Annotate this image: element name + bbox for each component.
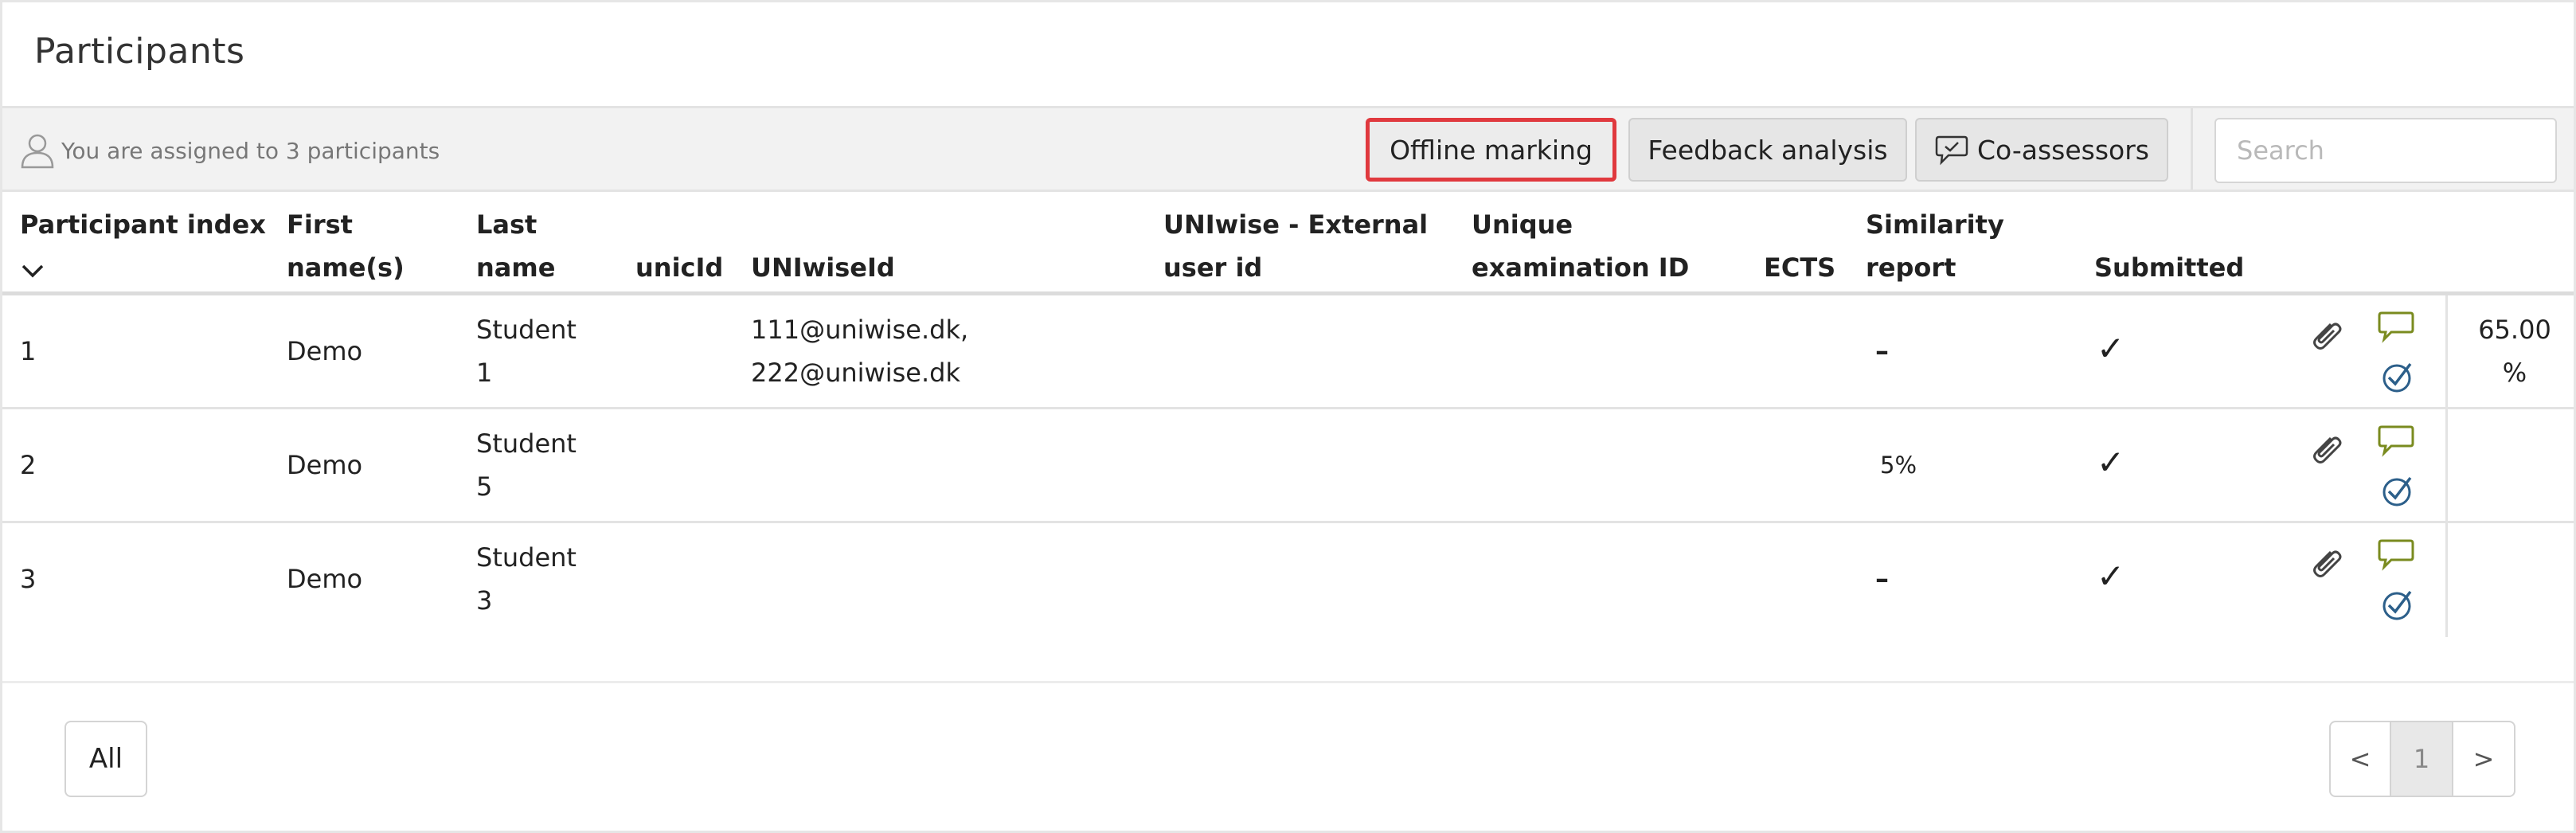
check-circle-icon[interactable] [2380,473,2415,511]
paperclip-icon[interactable] [2307,430,2345,471]
participants-panel: Participants You are assigned to 3 parti… [0,0,2576,833]
paperclip-icon[interactable] [2307,544,2345,585]
participant-index: 3 [20,564,37,594]
uniwise-id: 111@uniwise.dk, 222@uniwise.dk [751,315,969,388]
footer-divider [2,681,2574,683]
feedback-analysis-button[interactable]: Feedback analysis [1628,118,1907,182]
header-external-user-id[interactable]: UNIwise - External user id [1163,203,1428,289]
toolbar: You are assigned to 3 participants Offli… [2,106,2574,192]
last-name: Student 5 [476,428,577,502]
score: 65.00 % [2478,315,2551,388]
pager-page-1[interactable]: 1 [2391,721,2453,797]
header-ects[interactable]: ECTS [1764,246,1835,289]
title-bar: Participants [2,2,2574,106]
comment-icon[interactable] [2377,424,2415,462]
first-name: Demo [287,336,363,366]
submitted-check: ✓ [2097,557,2125,596]
header-unique-examination-id[interactable]: Unique examination ID [1472,203,1689,289]
header-similarity-report[interactable]: Similarity report [1866,203,2004,289]
assigned-info: You are assigned to 3 participants [20,132,440,169]
pagination: < 1 > [2329,721,2515,797]
participant-index: 2 [20,450,37,480]
co-assessors-button[interactable]: Co-assessors [1915,118,2168,182]
score-divider [2445,295,2448,409]
comment-icon[interactable] [2377,310,2415,348]
first-name: Demo [287,564,363,594]
similarity-report[interactable]: 5% [1880,444,1917,487]
table-row[interactable]: 3 Demo Student 3 – ✓ [2,523,2574,637]
table-row[interactable]: 1 Demo Student 1 111@uniwise.dk, 222@uni… [2,295,2574,409]
similarity-report: – [1875,335,1889,367]
comment-icon[interactable] [2377,538,2415,576]
offline-marking-button[interactable]: Offline marking [1366,118,1616,182]
table-header: Participant index First name(s) Last nam… [2,192,2574,295]
last-name: Student 1 [476,315,577,388]
toolbar-divider [2191,108,2193,190]
header-last-name[interactable]: Last name [476,203,555,289]
check-circle-icon[interactable] [2380,359,2415,397]
submitted-check: ✓ [2097,443,2125,482]
header-first-names[interactable]: First name(s) [287,203,405,289]
header-unicid[interactable]: unicId [635,246,723,289]
header-submitted[interactable]: Submitted [2094,246,2244,289]
similarity-report: – [1875,563,1889,595]
page-title: Participants [34,31,245,72]
all-button[interactable]: All [64,721,147,797]
search-input[interactable] [2214,118,2557,183]
first-name: Demo [287,450,363,480]
table-row[interactable]: 2 Demo Student 5 5% ✓ [2,409,2574,523]
submitted-check: ✓ [2097,329,2125,368]
score-divider [2445,409,2448,523]
check-circle-icon[interactable] [2380,587,2415,625]
participants-table: Participant index First name(s) Last nam… [2,192,2574,637]
pager-next-button[interactable]: > [2453,721,2515,797]
score-divider [2445,523,2448,637]
header-uniwiseid[interactable]: UNIwiseId [751,246,895,289]
last-name: Student 3 [476,542,577,616]
pager-prev-button[interactable]: < [2329,721,2391,797]
assigned-text: You are assigned to 3 participants [61,137,440,164]
participant-index: 1 [20,336,37,366]
header-participant-index[interactable]: Participant index [20,203,266,292]
chevron-down-icon[interactable] [20,249,266,292]
paperclip-icon[interactable] [2307,316,2345,358]
user-icon [20,132,55,169]
speech-bubble-icon [1934,134,1969,166]
co-assessors-label: Co-assessors [1977,134,2149,166]
